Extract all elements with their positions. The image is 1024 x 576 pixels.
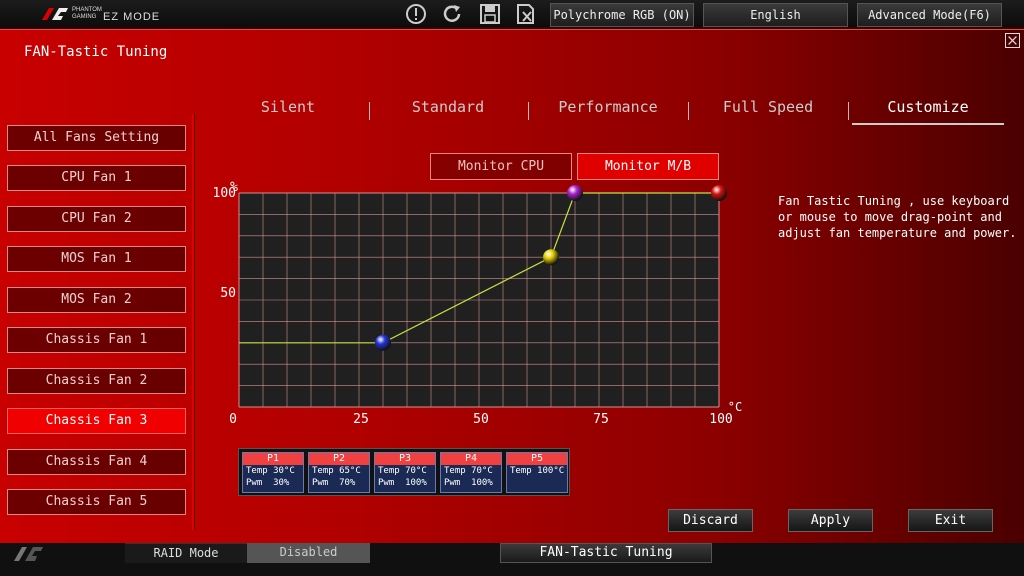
point-name: P1 [243, 453, 303, 465]
tab-customize[interactable]: Customize [853, 98, 1003, 116]
point-name: P3 [375, 453, 435, 465]
active-tab-indicator [852, 123, 1004, 125]
close-icon[interactable] [1005, 33, 1020, 48]
x-tick-label: 25 [353, 412, 369, 427]
tab-separator [848, 102, 849, 120]
y-axis-unit: % [230, 180, 238, 195]
x-tick-label: 50 [473, 412, 489, 427]
point-card-p3[interactable]: P3 Temp 70°C Pwm 100% [374, 452, 436, 493]
refresh-icon[interactable] [440, 3, 464, 25]
point-pwm: Pwm 100% [378, 478, 427, 488]
fan-tuning-button[interactable]: FAN-Tastic Tuning [500, 543, 712, 563]
x-tick-label: 100 [709, 412, 732, 427]
x-tick-label: 75 [593, 412, 609, 427]
fan-curve-chart[interactable]: 0 25 50 75 10010050%°C [210, 180, 760, 435]
point-card-p2[interactable]: P2 Temp 65°C Pwm 70% [308, 452, 370, 493]
info-icon[interactable] [404, 3, 428, 25]
tab-standard[interactable]: Standard [373, 98, 523, 116]
sidebar-item-chassis-fan-3[interactable]: Chassis Fan 3 [7, 408, 186, 434]
polychrome-rgb-button[interactable]: Polychrome RGB (ON) [550, 3, 694, 27]
point-card-p4[interactable]: P4 Temp 70°C Pwm 100% [440, 452, 502, 493]
language-button[interactable]: English [703, 3, 848, 27]
monitor-mb-button[interactable]: Monitor M/B [577, 153, 719, 180]
monitor-cpu-button[interactable]: Monitor CPU [430, 153, 572, 180]
discard-button[interactable]: Discard [668, 509, 753, 532]
top-bar: PHANTOM GAMING EZ MODE Polychrome RGB (O… [0, 0, 1024, 28]
tab-separator [688, 102, 689, 120]
tab-separator [369, 102, 370, 120]
drag-point-handle[interactable] [375, 334, 391, 351]
exit-button[interactable]: Exit [908, 509, 993, 532]
asrock-logo-icon [42, 8, 68, 20]
sidebar-item-cpu-fan-1[interactable]: CPU Fan 1 [7, 165, 186, 191]
point-pwm: Pwm 70% [312, 478, 356, 488]
point-temp: Temp 30°C [246, 466, 295, 476]
drag-point-handle[interactable] [711, 185, 727, 201]
point-temp: Temp 100°C [510, 466, 565, 476]
y-tick-label: 50 [220, 286, 236, 301]
panel-title: FAN-Tastic Tuning [24, 44, 168, 60]
tab-separator [528, 102, 529, 120]
point-pwm: Pwm 100% [444, 478, 493, 488]
footer-bar: RAID Mode Disabled FAN-Tastic Tuning [0, 543, 1024, 576]
point-name: P2 [309, 453, 369, 465]
fan-tuning-panel: FAN-Tastic Tuning All Fans Setting CPU F… [0, 29, 1024, 543]
tab-silent[interactable]: Silent [213, 98, 363, 116]
save-icon[interactable] [478, 3, 502, 25]
point-card-p1[interactable]: P1 Temp 30°C Pwm 30% [242, 452, 304, 493]
point-temp: Temp 70°C [378, 466, 427, 476]
drag-point-handle[interactable] [543, 249, 559, 266]
point-temp: Temp 65°C [312, 466, 361, 476]
help-text: Fan Tastic Tuning , use keyboard or mous… [778, 194, 1017, 240]
sidebar-item-chassis-fan-4[interactable]: Chassis Fan 4 [7, 449, 186, 475]
brand-name: PHANTOM GAMING [72, 7, 102, 20]
fan-points-table: P1 Temp 30°C Pwm 30% P2 Temp 65°C Pwm 70… [238, 448, 570, 496]
sidebar-item-chassis-fan-5[interactable]: Chassis Fan 5 [7, 489, 186, 515]
point-name: P4 [441, 453, 501, 465]
point-name: P5 [507, 453, 567, 465]
sidebar-item-chassis-fan-2[interactable]: Chassis Fan 2 [7, 368, 186, 394]
ez-mode-label: EZ MODE [103, 11, 161, 23]
point-card-p5[interactable]: P5 Temp 100°C [506, 452, 568, 493]
point-temp: Temp 70°C [444, 466, 493, 476]
x-axis-unit: °C [728, 400, 742, 414]
point-pwm: Pwm 30% [246, 478, 290, 488]
sidebar-item-mos-fan-2[interactable]: MOS Fan 2 [7, 287, 186, 313]
asrock-logo-icon [14, 547, 43, 561]
sidebar-item-cpu-fan-2[interactable]: CPU Fan 2 [7, 206, 186, 232]
tool-icon[interactable] [514, 3, 538, 25]
sidebar-item-all-fans[interactable]: All Fans Setting [7, 125, 186, 151]
advanced-mode-button[interactable]: Advanced Mode(F6) [857, 3, 1002, 27]
apply-button[interactable]: Apply [788, 509, 873, 532]
sidebar-item-mos-fan-1[interactable]: MOS Fan 1 [7, 246, 186, 272]
raid-mode-label: RAID Mode [125, 543, 247, 563]
x-tick-label: 0 [229, 412, 237, 427]
sidebar-divider [192, 114, 194, 530]
tab-full-speed[interactable]: Full Speed [693, 98, 843, 116]
tab-performance[interactable]: Performance [533, 98, 683, 116]
sidebar-item-chassis-fan-1[interactable]: Chassis Fan 1 [7, 327, 186, 353]
drag-point-handle[interactable] [567, 185, 583, 201]
chart-grid [238, 192, 720, 408]
raid-mode-value[interactable]: Disabled [247, 543, 370, 563]
